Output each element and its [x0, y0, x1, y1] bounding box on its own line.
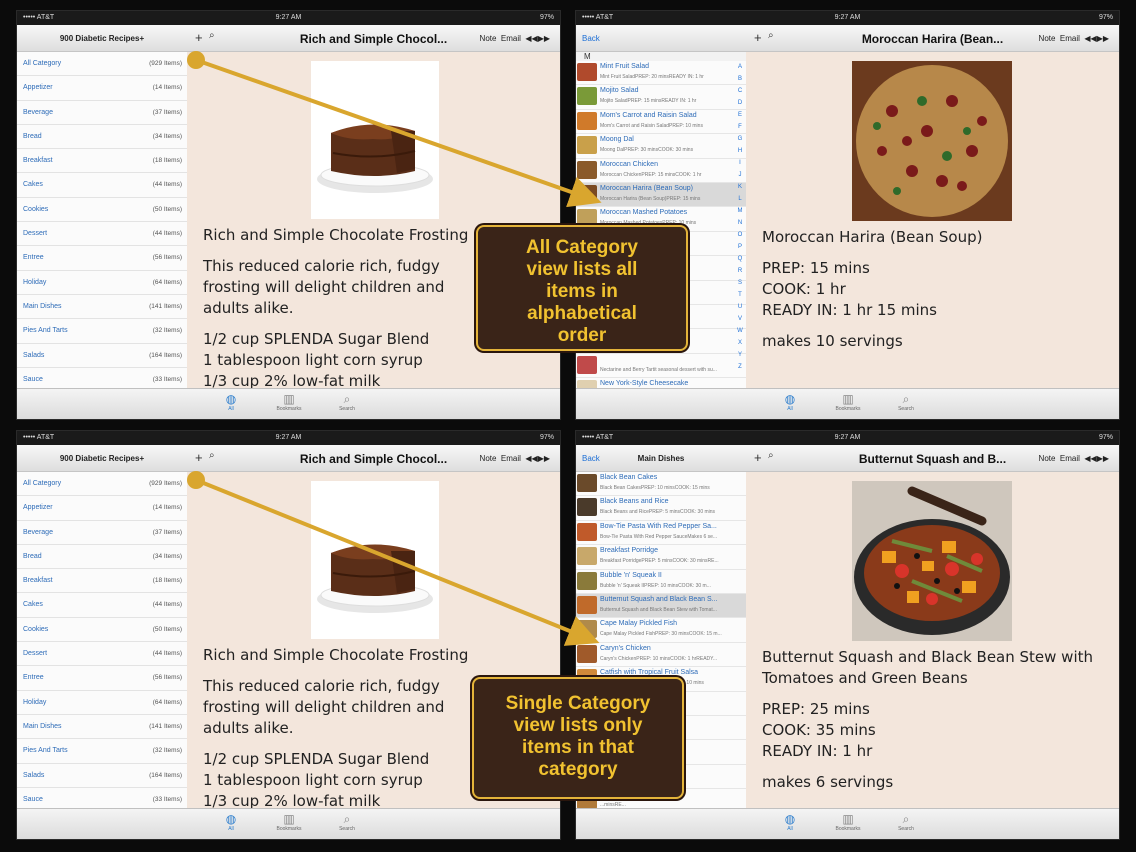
arrow-top	[187, 51, 602, 208]
callout-single-category: Single Category view lists only items in…	[472, 677, 684, 799]
arrow-bottom	[187, 471, 600, 646]
callout-text: Single Category view lists only items in…	[505, 693, 651, 780]
callout-text: All Category view lists all items in alp…	[526, 237, 638, 346]
callout-all-category: All Category view lists all items in alp…	[476, 225, 688, 351]
